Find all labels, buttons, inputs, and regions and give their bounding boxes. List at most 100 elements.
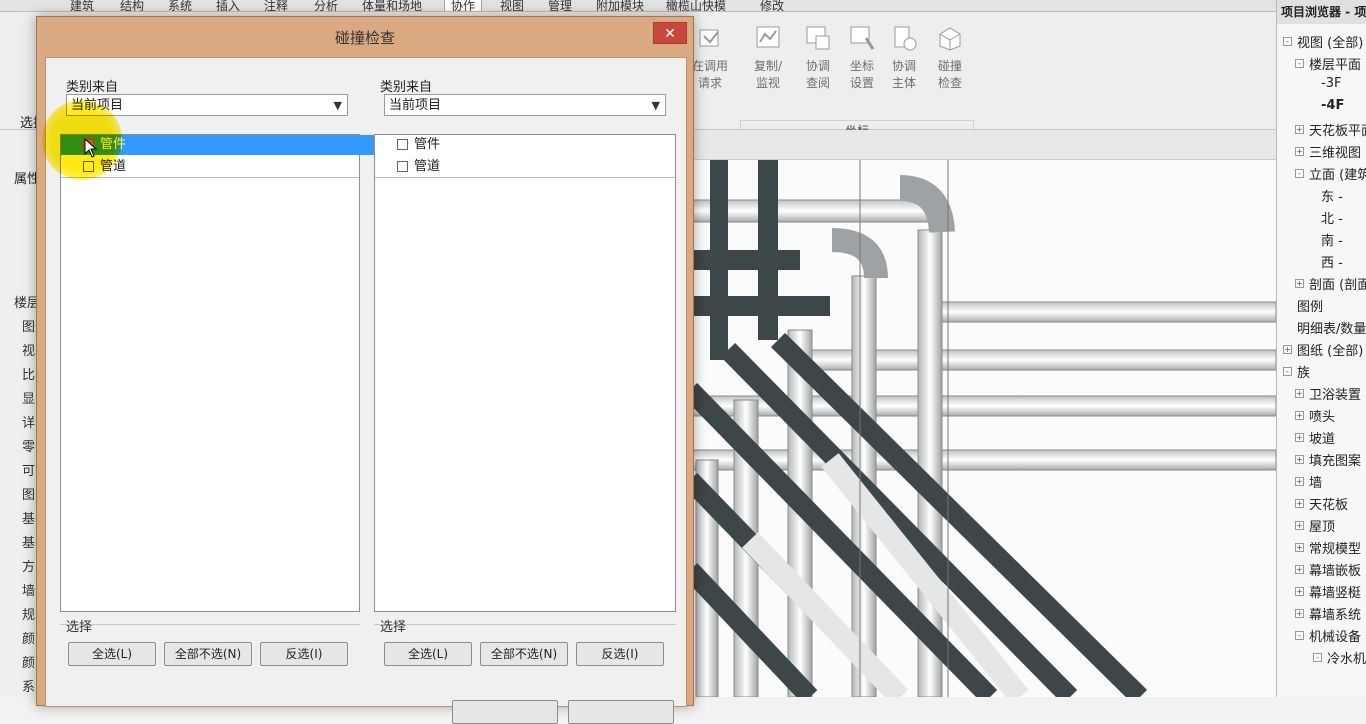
right-select-all-button[interactable]: 全选(L) bbox=[384, 642, 472, 666]
ribbon-tab[interactable]: 橄榄山快模 bbox=[666, 0, 726, 11]
tree-expand-icon[interactable]: + bbox=[1295, 477, 1304, 486]
browser-item[interactable]: 幕墙系统 bbox=[1309, 604, 1361, 623]
browser-item[interactable]: 图例 bbox=[1297, 296, 1323, 315]
ribbon-tab[interactable]: 协作 bbox=[444, 0, 483, 11]
tree-expand-icon[interactable]: - bbox=[1295, 59, 1304, 68]
ribbon-button-label: 协调 bbox=[805, 59, 830, 73]
coordination-host-button[interactable]: 协调 主体 bbox=[882, 24, 926, 92]
browser-item[interactable]: 天花板 bbox=[1309, 494, 1348, 513]
ribbon-button-label: 坐标 bbox=[849, 59, 874, 73]
tree-expand-icon[interactable]: + bbox=[1283, 345, 1292, 354]
tree-expand-icon[interactable]: + bbox=[1295, 147, 1304, 156]
right-select-label: 选择 bbox=[380, 620, 407, 635]
browser-item[interactable]: 填充图案 bbox=[1309, 450, 1361, 469]
ribbon-tab[interactable]: 注释 bbox=[264, 0, 288, 11]
tree-expand-icon[interactable]: + bbox=[1295, 543, 1304, 552]
ribbon-tab[interactable]: 建筑 bbox=[70, 0, 94, 11]
tree-expand-icon[interactable]: + bbox=[1295, 279, 1304, 288]
right-select-none-button[interactable]: 全部不选(N) bbox=[480, 642, 568, 666]
ribbon-tab[interactable]: 结构 bbox=[120, 0, 144, 11]
property-row-label: 比 bbox=[22, 368, 36, 383]
property-row-label: 详 bbox=[22, 416, 36, 431]
pipe-model-drawing bbox=[690, 160, 1276, 697]
browser-item[interactable]: 冷水机组 bbox=[1327, 648, 1366, 667]
browser-item[interactable]: 明细表/数量 bbox=[1297, 318, 1366, 337]
cancel-button[interactable] bbox=[568, 700, 674, 724]
tree-expand-icon[interactable]: + bbox=[1295, 609, 1304, 618]
tree-expand-icon[interactable]: + bbox=[1295, 411, 1304, 420]
checkbox[interactable] bbox=[397, 139, 408, 150]
interference-check-button[interactable]: 碰撞 检查 bbox=[928, 24, 972, 92]
right-category-tree: 管件 管道 bbox=[374, 134, 676, 612]
tree-expand-icon[interactable]: - bbox=[1295, 631, 1304, 640]
mouse-pointer-icon bbox=[84, 138, 98, 158]
tree-expand-icon[interactable]: + bbox=[1295, 499, 1304, 508]
reconcile-request-button[interactable]: 在调用 请求 bbox=[688, 24, 732, 92]
browser-item[interactable]: 族 bbox=[1297, 362, 1310, 381]
right-tree-item-pipe[interactable]: 管道 bbox=[375, 157, 697, 177]
browser-item[interactable]: 常规模型 bbox=[1309, 538, 1361, 557]
ribbon-tab[interactable]: 系统 bbox=[168, 0, 192, 11]
browser-item[interactable]: 视图 (全部) bbox=[1297, 32, 1363, 51]
coordination-settings-button[interactable]: 坐标 设置 bbox=[840, 24, 884, 92]
browser-item[interactable]: 天花板平面 bbox=[1309, 120, 1366, 139]
browser-item[interactable]: 屋顶 bbox=[1309, 516, 1335, 535]
browser-item[interactable]: 剖面 (剖面) bbox=[1309, 274, 1366, 293]
tree-expand-icon[interactable]: + bbox=[1295, 455, 1304, 464]
ribbon-button-label: 监视 bbox=[755, 76, 780, 90]
tree-expand-icon[interactable]: + bbox=[1295, 521, 1304, 530]
browser-item[interactable]: 墙 bbox=[1309, 472, 1322, 491]
tree-expand-icon[interactable]: + bbox=[1295, 587, 1304, 596]
ribbon-tab[interactable]: 附加模块 bbox=[596, 0, 644, 11]
tree-expand-icon[interactable]: + bbox=[1295, 565, 1304, 574]
tree-expand-icon[interactable]: - bbox=[1313, 653, 1322, 662]
browser-item[interactable]: -4F bbox=[1321, 98, 1344, 113]
browser-item[interactable]: 幕墙嵌板 bbox=[1309, 560, 1361, 579]
browser-item[interactable]: 楼层平面 bbox=[1309, 54, 1361, 73]
tree-expand-icon[interactable]: - bbox=[1295, 169, 1304, 178]
browser-item[interactable]: 东 - bbox=[1321, 186, 1343, 205]
tree-expand-icon[interactable]: + bbox=[1295, 125, 1304, 134]
right-tree-item-pipe-fitting[interactable]: 管件 bbox=[375, 135, 697, 155]
right-category-source-select[interactable]: 当前项目 ▼ bbox=[384, 94, 666, 116]
left-select-all-button[interactable]: 全选(L) bbox=[68, 642, 156, 666]
coordination-review-button[interactable]: 协调 查阅 bbox=[796, 24, 840, 92]
browser-item[interactable]: 北 - bbox=[1321, 208, 1343, 227]
coordination-settings-icon bbox=[850, 26, 875, 50]
browser-item[interactable]: 图纸 (全部) bbox=[1297, 340, 1363, 359]
browser-item[interactable]: 立面 (建筑立面) bbox=[1309, 164, 1366, 183]
browser-item[interactable]: 卫浴装置 bbox=[1309, 384, 1361, 403]
3d-viewport[interactable] bbox=[690, 160, 1276, 697]
tree-expand-icon[interactable]: + bbox=[1295, 433, 1304, 442]
ribbon-tab[interactable]: 分析 bbox=[314, 0, 338, 11]
browser-item[interactable]: 西 - bbox=[1321, 252, 1343, 271]
left-select-none-button[interactable]: 全部不选(N) bbox=[164, 642, 252, 666]
right-category-label: 类别来自 bbox=[380, 80, 433, 95]
left-invert-selection-button[interactable]: 反选(I) bbox=[260, 642, 348, 666]
property-row-label: 可 bbox=[22, 464, 36, 479]
copy-monitor-button[interactable]: 复制/ 监视 bbox=[746, 24, 790, 92]
tree-expand-icon[interactable]: - bbox=[1283, 37, 1292, 46]
browser-item[interactable]: 南 - bbox=[1321, 230, 1343, 249]
tree-expand-icon[interactable]: + bbox=[1295, 389, 1304, 398]
right-invert-selection-button[interactable]: 反选(I) bbox=[576, 642, 664, 666]
browser-item[interactable]: -3F bbox=[1321, 76, 1341, 91]
ribbon-tab[interactable]: 视图 bbox=[500, 0, 524, 11]
browser-item[interactable]: 机械设备 bbox=[1309, 626, 1361, 645]
left-category-tree: 管件 管道 bbox=[60, 134, 381, 612]
ribbon-tab[interactable]: 管理 bbox=[548, 0, 572, 11]
browser-item[interactable]: 喷头 bbox=[1309, 406, 1335, 425]
dialog-close-button[interactable]: ✕ bbox=[653, 22, 687, 44]
ribbon-tab[interactable]: 体量和场地 bbox=[362, 0, 422, 11]
tree-expand-icon[interactable]: - bbox=[1283, 367, 1292, 376]
browser-item[interactable]: 幕墙竖梃 bbox=[1309, 582, 1361, 601]
ribbon-tab[interactable]: 插入 bbox=[216, 0, 240, 11]
browser-item[interactable]: 坡道 bbox=[1309, 428, 1335, 447]
coordination-review-icon bbox=[806, 26, 830, 50]
ribbon-tab[interactable]: 修改 bbox=[760, 0, 784, 11]
interference-check-dialog: 碰撞检查 ✕ 类别来自 当前项目 ▼ 管件 管道 选择 全选(L) 全部不选(N… bbox=[36, 16, 694, 724]
checkbox[interactable] bbox=[397, 161, 408, 172]
ok-button[interactable] bbox=[452, 700, 558, 724]
property-row-label: 颜 bbox=[22, 632, 36, 647]
browser-item[interactable]: 三维视图 bbox=[1309, 142, 1361, 161]
